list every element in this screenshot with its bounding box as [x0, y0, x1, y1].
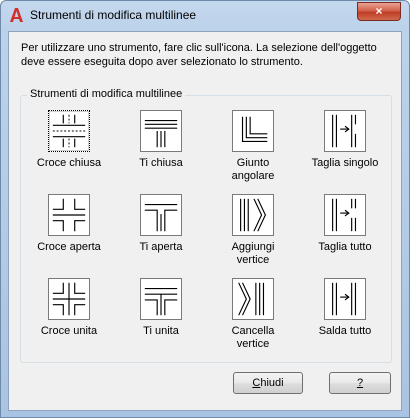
tool-taglia-singolo[interactable]: Taglia singolo — [305, 110, 385, 170]
tool-label: Salda tutto — [318, 325, 372, 337]
instructions-text: Per utilizzare uno strumento, fare clic … — [21, 42, 377, 68]
tool-label: Aggiungi vertice — [231, 241, 275, 266]
cut-all-icon — [324, 194, 366, 236]
tool-label: Taglia tutto — [318, 241, 372, 253]
tool-label: Taglia singolo — [311, 157, 379, 169]
button-label: hiudi — [260, 377, 284, 389]
add-vertex-icon — [232, 194, 274, 236]
dialog-client-area: Per utilizzare uno strumento, fare clic … — [8, 31, 402, 411]
tool-taglia-tutto[interactable]: Taglia tutto — [305, 194, 385, 254]
tool-ti-aperta[interactable]: Ti aperta — [121, 194, 201, 254]
chiudi-button[interactable]: Chiudi — [233, 372, 303, 394]
tool-label: Cancella vertice — [231, 325, 275, 350]
tool-label: Giunto angolare — [231, 157, 275, 182]
tool-label: Croce aperta — [37, 241, 101, 253]
merged-tee-icon — [140, 278, 182, 320]
open-tee-icon — [140, 194, 182, 236]
tool-label: Croce unita — [40, 325, 98, 337]
closed-cross-icon — [48, 110, 90, 152]
tool-cancella-vertice[interactable]: Cancella vertice — [213, 278, 293, 351]
autocad-logo-icon — [10, 8, 23, 22]
tool-ti-chiusa[interactable]: Ti chiusa — [121, 110, 201, 170]
tool-croce-unita[interactable]: Croce unita — [29, 278, 109, 338]
tools-group: Strumenti di modifica multilinee Croce c… — [20, 88, 392, 363]
help-button[interactable]: ? — [329, 372, 391, 394]
tool-label: Ti unita — [143, 325, 179, 337]
closed-tee-icon — [140, 110, 182, 152]
dialog-window: Strumenti di modifica multilinee × Per u… — [0, 0, 410, 418]
tool-salda-tutto[interactable]: Salda tutto — [305, 278, 385, 338]
merged-cross-icon — [48, 278, 90, 320]
group-label: Strumenti di modifica multilinee — [27, 88, 186, 100]
tool-giunto-angolare[interactable]: Giunto angolare — [213, 110, 293, 183]
help-icon: ? — [356, 377, 364, 389]
close-window-button[interactable]: × — [357, 2, 401, 21]
tool-ti-unita[interactable]: Ti unita — [121, 278, 201, 338]
delete-vertex-icon — [232, 278, 274, 320]
tool-label: Croce chiusa — [36, 157, 102, 169]
tool-aggiungi-vertice[interactable]: Aggiungi vertice — [213, 194, 293, 267]
tool-croce-chiusa[interactable]: Croce chiusa — [29, 110, 109, 170]
tool-label: Ti chiusa — [139, 157, 183, 169]
corner-joint-icon — [232, 110, 274, 152]
tool-label: Ti aperta — [139, 241, 183, 253]
weld-all-icon — [324, 278, 366, 320]
cut-single-icon — [324, 110, 366, 152]
open-cross-icon — [48, 194, 90, 236]
window-title: Strumenti di modifica multilinee — [30, 8, 197, 22]
title-bar[interactable]: Strumenti di modifica multilinee × — [1, 1, 409, 31]
close-icon: × — [375, 4, 383, 18]
tool-croce-aperta[interactable]: Croce aperta — [29, 194, 109, 254]
